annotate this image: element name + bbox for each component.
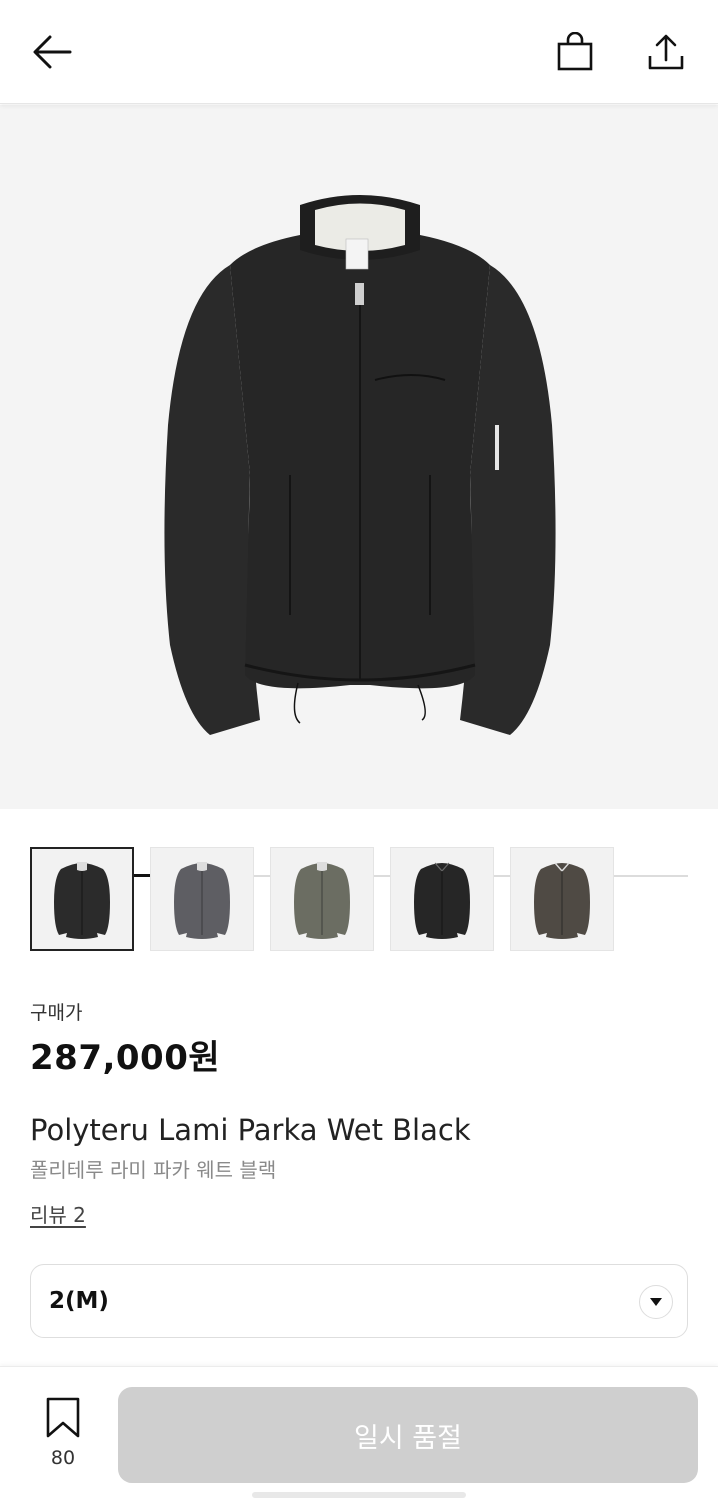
product-image-carousel[interactable] xyxy=(0,105,718,877)
price-value: 287,000원 xyxy=(30,1038,221,1078)
review-link[interactable]: 리뷰 2 xyxy=(30,1199,86,1228)
wishlist-button[interactable]: 80 xyxy=(28,1397,98,1477)
sold-out-button[interactable]: 일시 품절 xyxy=(118,1387,698,1483)
share-button[interactable] xyxy=(640,26,692,78)
product-image xyxy=(164,195,556,735)
product-name-english: Polyteru Lami Parka Wet Black xyxy=(30,1113,471,1147)
back-button[interactable] xyxy=(26,26,78,78)
cart-button[interactable] xyxy=(549,26,601,78)
caret-down-icon xyxy=(639,1285,673,1319)
color-thumbnail-list xyxy=(30,847,614,951)
thumbnail-black-2[interactable] xyxy=(390,847,494,951)
thumbnail-grey[interactable] xyxy=(150,847,254,951)
jacket-thumbnail-image xyxy=(294,862,350,939)
jacket-thumbnail-image xyxy=(174,862,230,939)
jacket-thumbnail-image xyxy=(534,862,590,939)
arrow-left-icon xyxy=(33,35,72,69)
thumbnail-black[interactable] xyxy=(30,847,134,951)
wishlist-count: 80 xyxy=(50,1447,76,1469)
shopping-bag-icon xyxy=(557,32,593,71)
product-name-korean: 폴리테루 라미 파카 웨트 블랙 xyxy=(30,1158,277,1182)
thumbnail-brown[interactable] xyxy=(510,847,614,951)
jacket-thumbnail-image xyxy=(414,862,470,939)
bottom-action-bar: 80 일시 품절 xyxy=(0,1366,718,1500)
home-indicator xyxy=(252,1492,466,1498)
share-upload-icon xyxy=(648,34,684,70)
price-label: 구매가 xyxy=(30,1002,83,1024)
top-app-bar xyxy=(0,0,718,104)
jacket-thumbnail-image xyxy=(54,862,110,939)
thumbnail-olive[interactable] xyxy=(270,847,374,951)
size-selected-value: 2(M) xyxy=(49,1288,109,1314)
size-select[interactable]: 2(M) xyxy=(30,1264,688,1338)
bookmark-icon xyxy=(46,1397,80,1438)
